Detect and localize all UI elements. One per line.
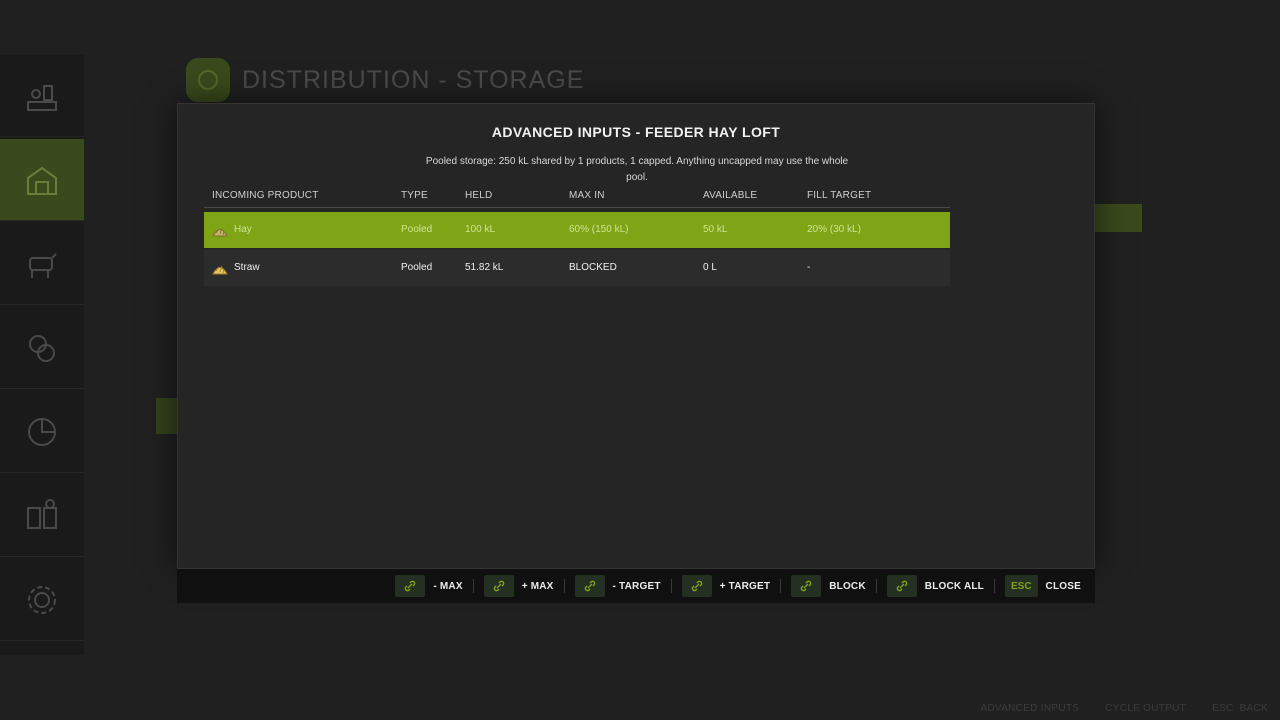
- max-in-cell: BLOCKED: [569, 262, 617, 273]
- link-icon: [886, 575, 917, 597]
- link-icon: [395, 575, 426, 597]
- column-header-type: TYPE: [401, 190, 428, 201]
- settings-gear-icon: [28, 585, 56, 614]
- table-row[interactable]: Hay Pooled 100 kL 60% (150 kL) 50 kL 20%…: [204, 212, 950, 248]
- help-book-icon: [27, 498, 57, 529]
- column-header-available: AVAILABLE: [703, 190, 758, 201]
- increase-target-button[interactable]: + TARGET: [681, 575, 771, 597]
- product-cell: Straw: [212, 250, 260, 286]
- max-in-cell: 60% (150 kL): [569, 224, 629, 235]
- production-icon: [27, 84, 57, 111]
- link-icon: [681, 575, 712, 597]
- link-icon: [574, 575, 605, 597]
- column-header-fill-target: FILL TARGET: [807, 190, 872, 201]
- action-separator: [875, 579, 877, 593]
- close-button[interactable]: ESC CLOSE: [1004, 575, 1081, 597]
- column-header-held: HELD: [465, 190, 493, 201]
- footer-hint-back[interactable]: ESC BACK: [1212, 703, 1268, 714]
- hay-pile-icon: [212, 227, 228, 237]
- dialog-action-bar: - MAX + MAX - TARGET + TARGET BLOCK BLOC…: [177, 569, 1095, 603]
- fill-target-cell: -: [807, 262, 811, 273]
- inputs-table: INCOMING PRODUCT TYPE HELD MAX IN AVAILA…: [204, 190, 950, 286]
- statistics-icon: [28, 417, 56, 446]
- type-cell: Pooled: [401, 224, 433, 235]
- fill-target-cell: 20% (30 kL): [807, 224, 861, 235]
- background-page-title: DISTRIBUTION - STORAGE: [242, 65, 585, 94]
- block-all-button[interactable]: BLOCK ALL: [886, 575, 984, 597]
- esc-key: ESC: [1004, 575, 1038, 597]
- sidebar-item-production[interactable]: [0, 55, 84, 137]
- sidebar-item-help[interactable]: [0, 475, 84, 557]
- background-selected-row: [1094, 204, 1142, 232]
- held-cell: 100 kL: [465, 224, 496, 235]
- table-header: INCOMING PRODUCT TYPE HELD MAX IN AVAILA…: [204, 190, 950, 208]
- sidebar-item-animals[interactable]: [0, 223, 84, 305]
- sidebar-item-settings[interactable]: [0, 559, 84, 641]
- action-separator: [670, 579, 672, 593]
- sidebar: [0, 55, 84, 655]
- app-logo-icon: [186, 58, 230, 102]
- action-separator: [780, 579, 782, 593]
- block-button[interactable]: BLOCK: [791, 575, 866, 597]
- link-icon: [791, 575, 822, 597]
- background-header: DISTRIBUTION - STORAGE: [186, 56, 584, 104]
- dialog-title: ADVANCED INPUTS - FEEDER HAY LOFT: [491, 124, 781, 140]
- product-name: Hay: [234, 224, 252, 235]
- product-cell: Hay: [212, 212, 252, 248]
- available-cell: 0 L: [703, 262, 717, 273]
- product-name: Straw: [234, 262, 260, 273]
- sidebar-item-finances[interactable]: [0, 307, 84, 389]
- sidebar-item-statistics[interactable]: [0, 391, 84, 473]
- decrease-max-button[interactable]: - MAX: [395, 575, 463, 597]
- action-separator: [993, 579, 995, 593]
- increase-max-button[interactable]: + MAX: [483, 575, 554, 597]
- type-cell: Pooled: [401, 262, 433, 273]
- link-icon: [483, 575, 514, 597]
- action-separator: [563, 579, 565, 593]
- column-header-product: INCOMING PRODUCT: [212, 190, 319, 201]
- available-cell: 50 kL: [703, 224, 728, 235]
- footer-hint-advanced-inputs[interactable]: ADVANCED INPUTS: [980, 703, 1079, 714]
- background-footer-hints: ADVANCED INPUTS CYCLE OUTPUT ESC BACK: [980, 703, 1268, 714]
- action-separator: [472, 579, 474, 593]
- background-selected-item: [156, 398, 178, 434]
- table-row[interactable]: Straw Pooled 51.82 kL BLOCKED 0 L -: [204, 250, 950, 286]
- dialog-description: Pooled storage: 250 kL shared by 1 produ…: [425, 156, 849, 183]
- decrease-target-button[interactable]: - TARGET: [574, 575, 661, 597]
- finances-icon: [29, 334, 55, 362]
- sidebar-item-storage[interactable]: [0, 139, 84, 221]
- animals-icon: [29, 252, 57, 278]
- footer-hint-cycle-output[interactable]: CYCLE OUTPUT: [1105, 703, 1186, 714]
- straw-pile-icon: [212, 265, 228, 275]
- held-cell: 51.82 kL: [465, 262, 504, 273]
- column-header-max-in: MAX IN: [569, 190, 605, 201]
- storage-barn-icon: [27, 166, 57, 195]
- advanced-inputs-dialog: ADVANCED INPUTS - FEEDER HAY LOFT Pooled…: [177, 103, 1095, 569]
